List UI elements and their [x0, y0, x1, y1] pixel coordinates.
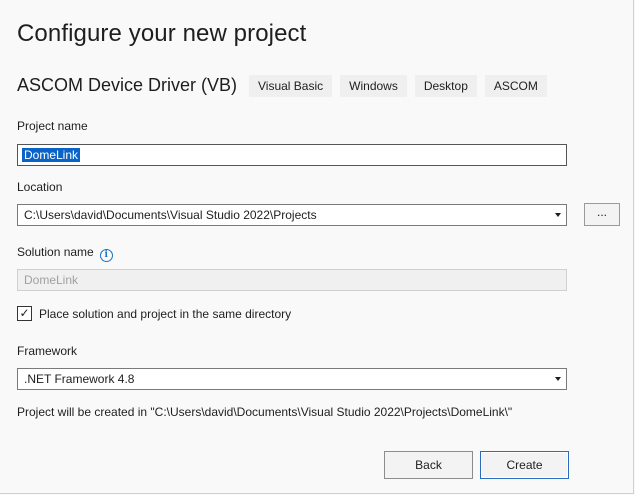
template-tags: Visual Basic Windows Desktop ASCOM	[249, 75, 547, 97]
solution-name-input: DomeLink	[17, 269, 567, 291]
solution-name-label: Solution name	[17, 245, 94, 259]
project-name-label: Project name	[17, 119, 88, 133]
location-label: Location	[17, 180, 63, 194]
project-path-note: Project will be created in "C:\Users\dav…	[17, 405, 513, 419]
location-combobox[interactable]: C:\Users\david\Documents\Visual Studio 2…	[17, 204, 567, 226]
project-name-input[interactable]: DomeLink	[17, 144, 567, 166]
tag-windows: Windows	[340, 75, 407, 97]
same-directory-checkbox[interactable]: ✓	[17, 306, 32, 321]
info-icon[interactable]: i	[99, 249, 113, 262]
tag-desktop: Desktop	[414, 75, 477, 97]
create-button[interactable]: Create	[480, 451, 569, 479]
framework-value: .NET Framework 4.8	[24, 372, 135, 386]
solution-name-label-row: Solution name i	[17, 245, 113, 262]
project-name-value: DomeLink	[22, 148, 81, 162]
template-name: ASCOM Device Driver (VB)	[17, 75, 238, 95]
framework-label: Framework	[17, 344, 78, 358]
framework-combobox[interactable]: .NET Framework 4.8	[17, 368, 567, 390]
back-button[interactable]: Back	[384, 451, 473, 479]
chevron-down-icon[interactable]	[555, 213, 561, 217]
browse-location-button[interactable]: ...	[584, 203, 620, 226]
chevron-down-icon[interactable]	[555, 377, 561, 381]
tag-visual-basic: Visual Basic	[249, 75, 333, 97]
location-value: C:\Users\david\Documents\Visual Studio 2…	[24, 208, 317, 222]
solution-name-placeholder: DomeLink	[24, 273, 79, 287]
configure-project-dialog: Configure your new project ASCOM Device …	[0, 0, 634, 494]
same-directory-label[interactable]: Place solution and project in the same d…	[39, 307, 291, 321]
tag-ascom: ASCOM	[484, 75, 547, 97]
page-title: Configure your new project	[17, 20, 307, 47]
